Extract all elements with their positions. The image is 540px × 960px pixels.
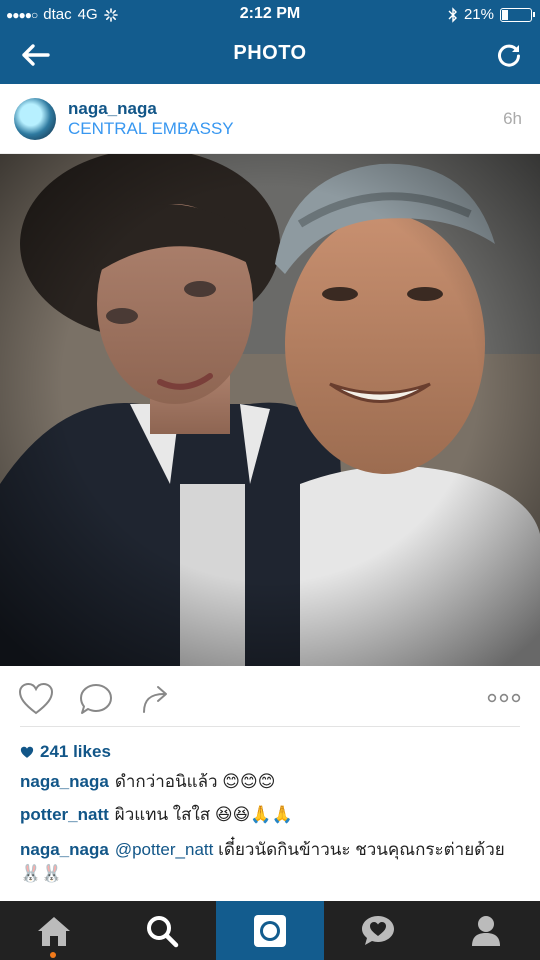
profile-icon — [472, 915, 500, 946]
heart-filled-icon — [20, 746, 34, 758]
notification-dot — [50, 952, 56, 958]
comment-username[interactable]: naga_naga — [20, 840, 109, 859]
home-icon — [38, 916, 70, 946]
post-username[interactable]: naga_naga — [68, 99, 157, 119]
tab-search[interactable] — [108, 901, 216, 960]
comment-item: naga_naga ดำกว่าอนิแล้ว 😊😊😊 — [20, 770, 525, 794]
likes-text: 241 likes — [40, 742, 111, 761]
heart-outline-icon — [18, 682, 54, 715]
battery-icon — [500, 7, 535, 22]
battery-percent: 21% — [463, 6, 494, 23]
post-time: 6h — [503, 109, 522, 128]
divider — [20, 726, 520, 727]
post-photo[interactable] — [0, 154, 540, 666]
bluetooth-icon — [448, 6, 457, 23]
post-header: naga_naga CENTRAL EMBASSY 6h — [0, 84, 540, 154]
page-title: PHOTO — [233, 42, 307, 64]
camera-icon — [254, 914, 286, 947]
search-icon — [147, 915, 179, 947]
tab-bar — [0, 901, 540, 960]
like-button[interactable] — [18, 682, 54, 716]
refresh-button[interactable] — [492, 38, 526, 72]
comment-text: ดำกว่าอนิแล้ว 😊😊😊 — [114, 772, 276, 791]
post-location[interactable]: CENTRAL EMBASSY — [68, 119, 234, 139]
top-bar: ●●●●○ dtac 4G 2:12 PM 21% PHOTO — [0, 0, 540, 84]
status-bar: ●●●●○ dtac 4G 2:12 PM 21% — [0, 0, 540, 30]
comment-item: naga_naga @potter_natt เดี๋ยวนัดกินข้าวนะ… — [20, 838, 525, 886]
post-actions — [0, 666, 540, 726]
comment-item: potter_natt ผิวแทน ใสใส 😆😆🙏🙏 — [20, 803, 525, 827]
tab-home[interactable] — [0, 901, 108, 960]
activity-icon — [362, 915, 394, 945]
comment-mention[interactable]: @potter_natt — [115, 840, 214, 859]
refresh-icon — [498, 44, 520, 67]
comment-username[interactable]: naga_naga — [20, 772, 109, 791]
comment-username[interactable]: potter_natt — [20, 805, 109, 824]
tab-activity[interactable] — [324, 901, 432, 960]
comment-text: ผิวแทน ใสใส 😆😆🙏🙏 — [114, 805, 293, 824]
more-options-button[interactable] — [486, 688, 522, 708]
share-arrow-icon — [143, 686, 167, 713]
share-button[interactable] — [138, 682, 174, 716]
comment-bubble-icon — [80, 684, 112, 714]
photo-image — [0, 154, 540, 666]
more-dots-icon — [487, 693, 521, 703]
avatar[interactable] — [14, 98, 56, 140]
tab-camera[interactable] — [216, 901, 324, 960]
tab-profile[interactable] — [432, 901, 540, 960]
likes-count[interactable]: 241 likes — [20, 742, 111, 762]
comment-button[interactable] — [78, 682, 114, 716]
